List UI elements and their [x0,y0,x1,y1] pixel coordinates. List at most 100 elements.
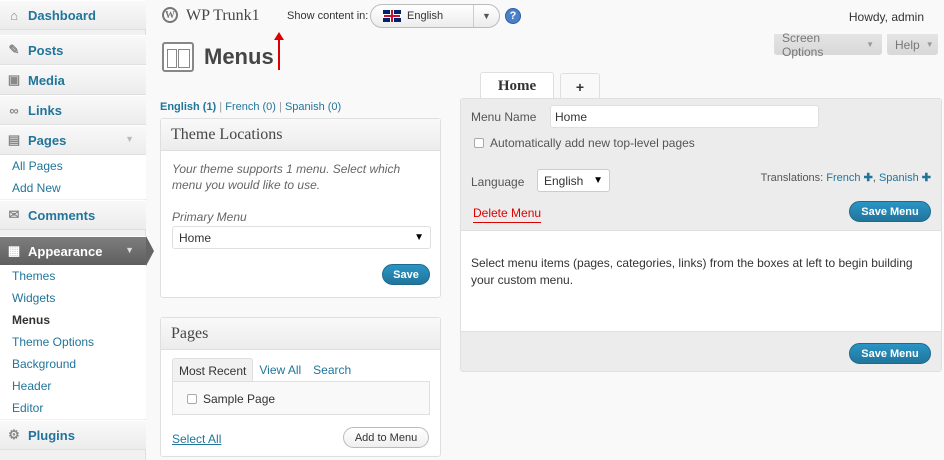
menu-editor-header: Menu Name Home Automatically add new top… [461,99,941,231]
sample-page-label[interactable]: Sample Page [203,392,275,406]
sidebar-item-label: Comments [28,207,96,223]
auto-add-pages-checkbox[interactable] [474,138,484,148]
menu-name-label: Menu Name [471,110,537,124]
submenu-header[interactable]: Header [0,375,146,397]
theme-locations-title[interactable]: Theme Locations [161,119,440,151]
save-menu-button-bottom[interactable]: Save Menu [849,343,931,364]
add-spanish-icon[interactable]: ✚ [922,172,931,184]
chevron-down-icon: ▼ [866,40,874,49]
pages-icon: ▤ [7,132,21,147]
translation-french-link[interactable]: French [826,172,860,184]
sidebar-item-label: Pages [28,132,67,148]
sample-page-checkbox[interactable] [187,394,197,404]
screen-options-button[interactable]: Screen Options ▼ [774,31,882,59]
dashboard-icon: ⌂ [10,7,18,23]
chevron-down-icon[interactable]: ▼ [125,245,134,255]
admin-header: W WP Trunk1 Show content in: English ▼ ?… [146,0,944,32]
menu-instructions: Select menu items (pages, categories, li… [471,256,913,287]
wordpress-logo-icon: W [162,7,178,23]
submenu-menus[interactable]: Menus [0,309,146,331]
comments-icon: ✉ [8,207,20,222]
menu-name-input[interactable]: Home [550,105,819,128]
annotation-arrow-icon [274,32,284,70]
translation-spanish-link[interactable]: Spanish [879,172,919,184]
pages-tab-panel: Sample Page [172,381,430,415]
appearance-submenu: Themes Widgets Menus Theme Options Backg… [0,265,146,419]
pages-box-title[interactable]: Pages [161,318,440,350]
chevron-down-icon[interactable]: ▼ [125,134,134,144]
lang-link-spanish[interactable]: Spanish (0) [285,101,341,113]
theme-locations-note: Your theme supports 1 menu. Select which… [172,162,401,192]
help-icon[interactable]: ? [505,8,521,24]
chevron-down-icon[interactable]: ▼ [473,5,499,27]
sidebar-item-pages[interactable]: ▤ Pages ▼ [0,125,146,155]
primary-menu-value: Home [179,230,212,245]
submenu-theme-options[interactable]: Theme Options [0,331,146,353]
submenu-widgets[interactable]: Widgets [0,287,146,309]
translations-links: Translations: French ✚, Spanish ✚ [761,171,931,184]
primary-menu-label: Primary Menu [172,210,247,224]
current-menu-pointer [146,236,154,266]
lang-link-french[interactable]: French (0) [225,101,276,113]
list-item: Sample Page [187,392,275,406]
submenu-themes[interactable]: Themes [0,265,146,287]
theme-locations-box: Theme Locations Your theme supports 1 me… [160,118,441,298]
show-content-label: Show content in: [287,10,369,22]
submenu-editor[interactable]: Editor [0,397,146,419]
sidebar-item-comments[interactable]: ✉ Comments [0,200,146,230]
sidebar-item-label: Links [28,102,62,118]
uk-flag-icon [383,10,401,22]
plugins-icon: ⚙ [8,427,20,442]
site-title[interactable]: WP Trunk1 [186,7,260,25]
sidebar-item-label: Plugins [28,427,75,443]
menu-editor-panel: Menu Name Home Automatically add new top… [460,98,942,372]
add-french-icon[interactable]: ✚ [864,172,873,184]
tab-most-recent[interactable]: Most Recent [172,358,254,382]
caret-down-icon: ▼ [593,175,603,186]
pages-submenu: All Pages Add New [0,155,146,199]
menu-language-value: English [544,173,584,188]
pages-box: Pages Most Recent View All Search Sample… [160,317,441,457]
tab-search[interactable]: Search [307,358,357,382]
submenu-all-pages[interactable]: All Pages [0,155,146,177]
admin-sidebar: ⌂ Dashboard ✎ Posts ▣ Media ∞ Links ▤ Pa… [0,0,146,460]
user-greeting[interactable]: Howdy, admin [849,10,924,24]
help-button[interactable]: Help ▼ [887,34,938,55]
sidebar-item-posts[interactable]: ✎ Posts [0,35,146,65]
translations-label: Translations: [760,172,824,184]
submenu-background[interactable]: Background [0,353,146,375]
menu-editor-footer: Save Menu [461,331,941,371]
auto-add-pages-label[interactable]: Automatically add new top-level pages [490,136,695,150]
tab-view-all[interactable]: View All [253,358,307,382]
page-title: Menus [204,44,274,69]
sidebar-item-plugins[interactable]: ⚙ Plugins [0,420,146,450]
sidebar-item-links[interactable]: ∞ Links [0,95,146,125]
tab-menu-home[interactable]: Home [480,72,554,99]
menu-name-value: Home [555,109,588,124]
sidebar-item-media[interactable]: ▣ Media [0,65,146,95]
screen-options-label: Screen Options [782,30,824,59]
selected-language: English [407,10,444,22]
sidebar-item-label: Media [28,72,65,88]
caret-down-icon: ▼ [414,232,424,243]
language-label: Language [471,175,525,189]
chevron-down-icon: ▼ [925,40,934,49]
sidebar-item-dashboard[interactable]: ⌂ Dashboard [0,0,146,30]
primary-menu-select[interactable]: Home ▼ [172,226,431,249]
add-to-menu-button[interactable]: Add to Menu [343,427,429,448]
auto-add-pages-option: Automatically add new top-level pages [474,136,695,150]
add-menu-tab-button[interactable]: + [560,73,600,99]
link-icon: ∞ [9,102,19,118]
menu-language-select[interactable]: English ▼ [537,169,610,192]
submenu-add-new[interactable]: Add New [0,177,146,199]
lang-link-english[interactable]: English (1) [160,101,216,113]
language-filter-links: English (1) | French (0) | Spanish (0) [160,101,341,113]
save-locations-button[interactable]: Save [382,264,430,285]
content-language-select[interactable]: English ▼ [370,4,500,28]
save-menu-button-top[interactable]: Save Menu [849,201,931,222]
select-all-link[interactable]: Select All [172,432,221,446]
delete-menu-link[interactable]: Delete Menu [473,206,542,223]
sidebar-item-appearance[interactable]: ▦ Appearance ▼ [0,236,146,266]
sidebar-item-label: Posts [28,42,64,58]
sidebar-item-label: Appearance [28,243,103,259]
